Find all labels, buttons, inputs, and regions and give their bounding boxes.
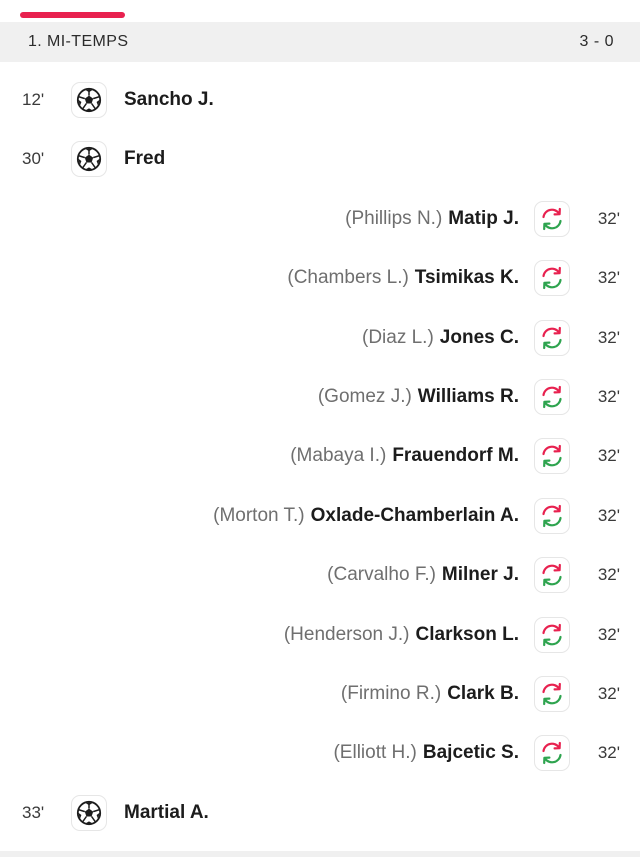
- event-list: 12' Sancho J. 30' Fred (Phillips N.) Matip J.…: [0, 70, 640, 842]
- player-out[interactable]: (Phillips N.): [345, 208, 442, 229]
- event-minute: 32': [597, 683, 620, 703]
- player-in[interactable]: Clarkson L.: [416, 624, 519, 645]
- substitution-event-row[interactable]: (Phillips N.) Matip J. 32': [0, 189, 640, 248]
- substitution-event-row[interactable]: (Mabaya I.) Frauendorf M. 32': [0, 426, 640, 485]
- period-header: 1. MI-TEMPS 3 - 0: [0, 22, 640, 62]
- substitution-icon: [534, 735, 570, 772]
- goal-event-row[interactable]: 30' Fred: [0, 129, 640, 188]
- player-out[interactable]: (Gomez J.): [318, 386, 412, 407]
- goal-scorer[interactable]: Sancho J.: [124, 70, 214, 130]
- football-icon: [71, 141, 107, 178]
- section-divider: [0, 851, 640, 857]
- substitution-event-row[interactable]: (Morton T.) Oxlade-Chamberlain A. 32': [0, 486, 640, 545]
- player-out[interactable]: (Mabaya I.): [290, 445, 386, 466]
- substitution-icon: [534, 260, 570, 297]
- player-out[interactable]: (Diaz L.): [362, 327, 434, 348]
- player-in[interactable]: Clark B.: [447, 683, 519, 704]
- substitution-event-row[interactable]: (Diaz L.) Jones C. 32': [0, 308, 640, 367]
- event-minute: 33': [22, 802, 45, 822]
- event-minute: 32': [597, 208, 620, 228]
- substitution-players: (Gomez J.) Williams R.: [318, 367, 519, 427]
- event-minute: 32': [597, 386, 620, 406]
- event-minute: 32': [597, 743, 620, 763]
- substitution-players: (Phillips N.) Matip J.: [345, 189, 519, 249]
- event-minute: 32': [597, 268, 620, 288]
- substitution-players: (Elliott H.) Bajcetic S.: [333, 723, 519, 783]
- substitution-players: (Morton T.) Oxlade-Chamberlain A.: [213, 486, 519, 546]
- substitution-event-row[interactable]: (Gomez J.) Williams R. 32': [0, 367, 640, 426]
- substitution-players: (Chambers L.) Tsimikas K.: [287, 248, 519, 308]
- goal-scorer[interactable]: Fred: [124, 129, 165, 189]
- substitution-players: (Diaz L.) Jones C.: [362, 308, 519, 368]
- substitution-players: (Mabaya I.) Frauendorf M.: [290, 426, 519, 486]
- goal-event-row[interactable]: 12' Sancho J.: [0, 70, 640, 129]
- goal-event-row[interactable]: 33' Martial A.: [0, 783, 640, 842]
- substitution-icon: [534, 616, 570, 653]
- substitution-event-row[interactable]: (Elliott H.) Bajcetic S. 32': [0, 723, 640, 782]
- player-in[interactable]: Milner J.: [442, 564, 519, 585]
- player-out[interactable]: (Chambers L.): [287, 267, 408, 288]
- player-out[interactable]: (Morton T.): [213, 505, 305, 526]
- event-minute: 32': [597, 624, 620, 644]
- substitution-event-row[interactable]: (Carvalho F.) Milner J. 32': [0, 545, 640, 604]
- substitution-icon: [534, 557, 570, 594]
- active-tab-indicator: [20, 12, 125, 18]
- event-minute: 12': [22, 90, 45, 109]
- substitution-players: (Carvalho F.) Milner J.: [327, 545, 519, 605]
- substitution-players: (Henderson J.) Clarkson L.: [284, 605, 519, 665]
- player-out[interactable]: (Henderson J.): [284, 624, 410, 645]
- substitution-icon: [534, 319, 570, 356]
- event-minute: 32': [597, 565, 620, 585]
- player-out[interactable]: (Carvalho F.): [327, 564, 436, 585]
- player-in[interactable]: Oxlade-Chamberlain A.: [311, 505, 519, 526]
- substitution-icon: [534, 497, 570, 534]
- event-minute: 32': [597, 446, 620, 466]
- substitution-icon: [534, 200, 570, 237]
- football-icon: [71, 794, 107, 831]
- substitution-icon: [534, 438, 570, 475]
- period-title: 1. MI-TEMPS: [28, 33, 129, 50]
- player-in[interactable]: Matip J.: [448, 208, 519, 229]
- event-minute: 32': [597, 505, 620, 525]
- player-in[interactable]: Tsimikas K.: [415, 267, 519, 288]
- football-icon: [71, 82, 107, 118]
- event-minute: 30': [22, 149, 45, 169]
- substitution-event-row[interactable]: (Firmino R.) Clark B. 32': [0, 664, 640, 723]
- period-score: 3 - 0: [579, 33, 614, 50]
- substitution-event-row[interactable]: (Chambers L.) Tsimikas K. 32': [0, 248, 640, 307]
- player-out[interactable]: (Elliott H.): [333, 742, 416, 763]
- substitution-icon: [534, 675, 570, 712]
- player-in[interactable]: Frauendorf M.: [392, 445, 519, 466]
- substitution-event-row[interactable]: (Henderson J.) Clarkson L. 32': [0, 605, 640, 664]
- goal-scorer[interactable]: Martial A.: [124, 783, 209, 843]
- substitution-icon: [534, 378, 570, 415]
- substitution-players: (Firmino R.) Clark B.: [341, 664, 519, 724]
- player-in[interactable]: Williams R.: [418, 386, 519, 407]
- player-in[interactable]: Jones C.: [440, 327, 519, 348]
- player-in[interactable]: Bajcetic S.: [423, 742, 519, 763]
- player-out[interactable]: (Firmino R.): [341, 683, 441, 704]
- event-minute: 32': [597, 327, 620, 347]
